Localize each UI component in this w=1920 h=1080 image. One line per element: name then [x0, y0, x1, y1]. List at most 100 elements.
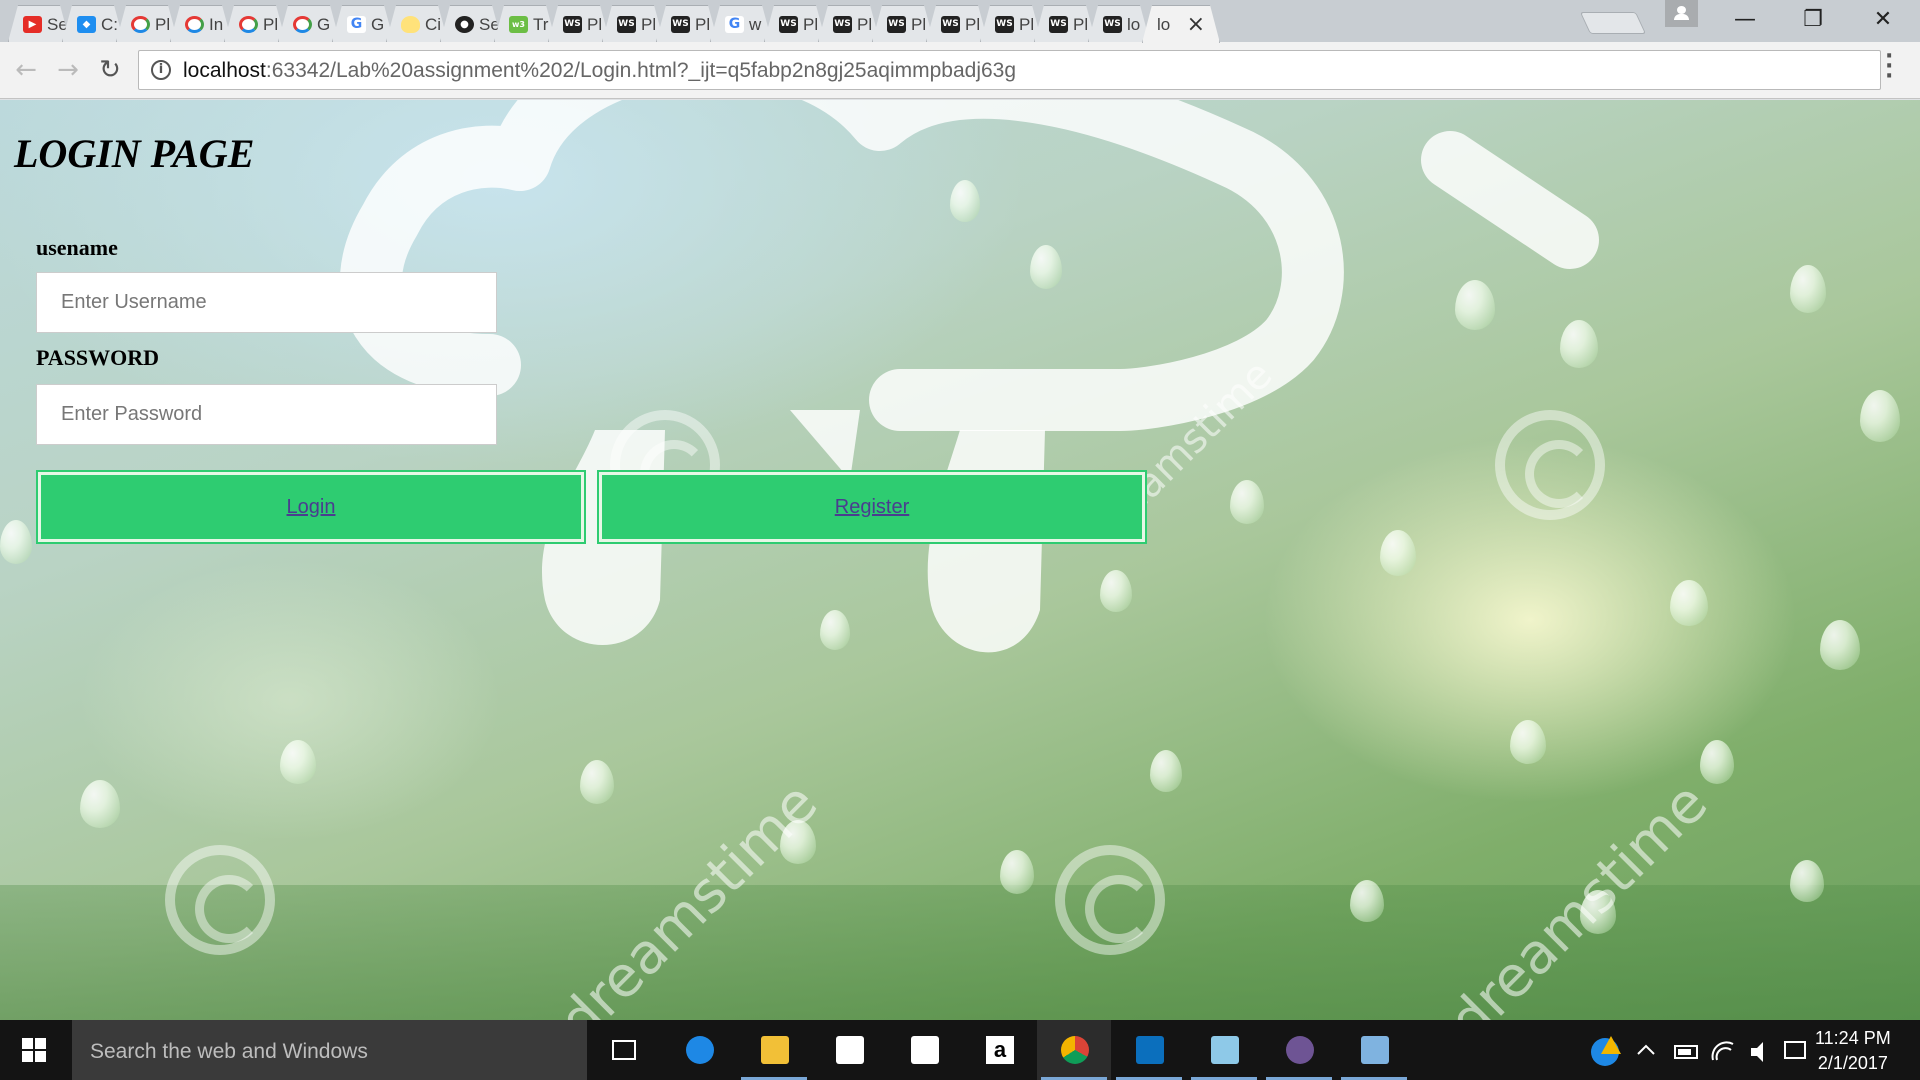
- rain-drop: [950, 180, 980, 222]
- tab-label: Pl: [911, 15, 927, 34]
- taskbar-button[interactable]: [1187, 1020, 1261, 1080]
- rain-drop: [820, 610, 850, 650]
- taskbar-button[interactable]: [1337, 1020, 1411, 1080]
- webstorm-icon: WS: [779, 16, 798, 33]
- login-link[interactable]: Login: [287, 496, 336, 519]
- browser-tab[interactable]: Pl: [116, 5, 178, 42]
- tab-label: Pl: [155, 15, 171, 34]
- browser-tab[interactable]: GG: [332, 5, 394, 42]
- close-tab-icon[interactable]: ×: [1187, 12, 1205, 37]
- webstorm-icon: WS: [887, 16, 906, 33]
- minimize-button[interactable]: —: [1722, 4, 1768, 36]
- taskbar-button[interactable]: [1037, 1020, 1111, 1080]
- pathway-icon: [293, 16, 312, 33]
- clock-date: 2/1/2017: [1817, 1053, 1888, 1073]
- username-input[interactable]: [36, 272, 497, 333]
- dropbox-icon: ◆: [77, 16, 96, 33]
- google-icon: G: [347, 16, 366, 33]
- browser-tab[interactable]: WS Pl: [656, 5, 718, 42]
- taskbar-search-box[interactable]: Search the web and Windows: [72, 1020, 587, 1080]
- back-icon[interactable]: ←: [10, 54, 42, 86]
- taskbar-button[interactable]: [588, 1020, 662, 1080]
- tab-label: w: [749, 15, 762, 34]
- browser-tab[interactable]: WS Pl: [548, 5, 610, 42]
- browser-tab[interactable]: WS Pl: [980, 5, 1042, 42]
- tab-label: G: [317, 15, 331, 34]
- github-icon: ●: [455, 16, 474, 33]
- taskbar-button[interactable]: [812, 1020, 886, 1080]
- webstorm-icon: WS: [617, 16, 636, 33]
- browser-tab[interactable]: In: [170, 5, 232, 42]
- rain-drop: [1700, 740, 1734, 784]
- browser-tab[interactable]: WS lo: [1088, 5, 1150, 42]
- clock-time: 11:24 PM: [1815, 1028, 1891, 1048]
- taskbar-button[interactable]: [1262, 1020, 1336, 1080]
- tab-label: Se: [47, 15, 68, 34]
- pathway-icon: [239, 16, 258, 33]
- volume-icon: [1751, 1042, 1763, 1062]
- register-button[interactable]: Register: [597, 470, 1147, 544]
- google-icon: G: [725, 16, 744, 33]
- start-button[interactable]: [0, 1020, 70, 1080]
- rain-drop: [1790, 860, 1824, 902]
- tab-label: Pl: [695, 15, 711, 34]
- tab-label: Pl: [857, 15, 873, 34]
- taskbar-button[interactable]: [737, 1020, 811, 1080]
- windows-taskbar: Search the web and Windows a 11:24 PM 2/…: [0, 1020, 1920, 1080]
- webstorm-icon: WS: [995, 16, 1014, 33]
- browser-toolbar: ← → ↻ i localhost:63342/Lab%20assignment…: [0, 42, 1920, 99]
- browser-tab[interactable]: G: [278, 5, 340, 42]
- browser-tab[interactable]: w3 Tr: [494, 5, 556, 42]
- pathway-icon: [185, 16, 204, 33]
- pathway-icon: [131, 16, 150, 33]
- rain-drop: [1150, 750, 1182, 792]
- menu-icon[interactable]: · · ·: [1885, 46, 1893, 88]
- browser-tab[interactable]: WS Pl: [872, 5, 934, 42]
- tab-label: Pl: [965, 15, 981, 34]
- browser-tab[interactable]: WS Pl: [818, 5, 880, 42]
- browser-tab[interactable]: Pl: [224, 5, 286, 42]
- taskbar-button[interactable]: [887, 1020, 961, 1080]
- browser-tab[interactable]: WS Pl: [602, 5, 664, 42]
- reload-icon[interactable]: ↻: [94, 54, 126, 86]
- tab-label: Pl: [1073, 15, 1089, 34]
- rain-drop: [1000, 850, 1034, 894]
- close-window-button[interactable]: ✕: [1860, 4, 1906, 36]
- login-button[interactable]: Login: [36, 470, 586, 544]
- rain-drop: [1230, 480, 1264, 524]
- new-tab-button[interactable]: [1579, 12, 1647, 34]
- watermark-spiral: [165, 845, 275, 955]
- restore-button[interactable]: ❐: [1790, 4, 1836, 36]
- password-input[interactable]: [36, 384, 497, 445]
- address-bar[interactable]: i localhost:63342/Lab%20assignment%202/L…: [138, 50, 1881, 90]
- browser-tab[interactable]: WS Pl: [926, 5, 988, 42]
- browser-tab[interactable]: Gw: [710, 5, 772, 42]
- profile-icon[interactable]: [1665, 0, 1698, 27]
- browser-tab[interactable]: ▶ Se: [8, 5, 70, 42]
- watermark-spiral: [1055, 845, 1165, 955]
- register-link[interactable]: Register: [835, 496, 909, 519]
- forward-icon[interactable]: →: [52, 54, 84, 86]
- tab-label: Pl: [641, 15, 657, 34]
- watermark-spiral: [1495, 410, 1605, 520]
- url-text[interactable]: localhost:63342/Lab%20assignment%202/Log…: [183, 59, 1016, 83]
- taskbar-button[interactable]: [1112, 1020, 1186, 1080]
- browser-tab[interactable]: WS Pl: [1034, 5, 1096, 42]
- notification-icon: [1784, 1041, 1806, 1059]
- taskbar-button[interactable]: [662, 1020, 736, 1080]
- tab-label: Se: [479, 15, 500, 34]
- webstorm-icon: [1136, 1036, 1164, 1064]
- taskbar-button[interactable]: a: [962, 1020, 1036, 1080]
- taskbar-clock[interactable]: 11:24 PM 2/1/2017: [1815, 1026, 1891, 1076]
- info-icon[interactable]: i: [151, 60, 171, 80]
- browser-tab[interactable]: WS Pl: [764, 5, 826, 42]
- browser-tab[interactable]: lo ×: [1142, 5, 1220, 43]
- rain-drop: [1350, 880, 1384, 922]
- browser-tab[interactable]: Ci: [386, 5, 448, 42]
- browser-tab[interactable]: ◆ C:: [62, 5, 124, 42]
- browser-tab[interactable]: ● Se: [440, 5, 502, 42]
- file-explorer-icon: [761, 1036, 789, 1064]
- rain-drop: [1510, 720, 1546, 764]
- rain-drop: [1670, 580, 1708, 626]
- youtube-icon: ▶: [23, 16, 42, 33]
